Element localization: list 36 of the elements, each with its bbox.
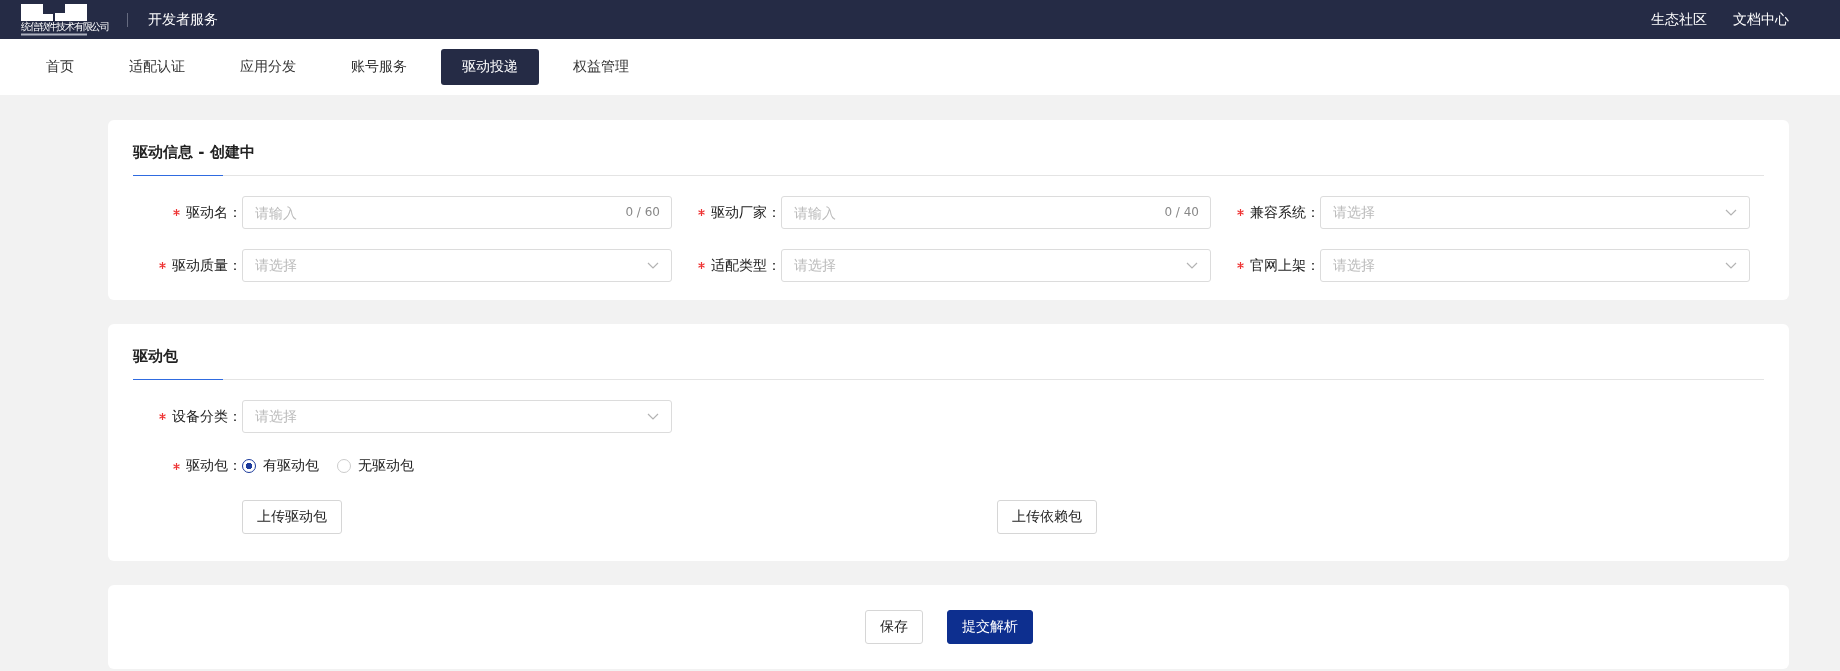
chevron-down-icon [1186, 262, 1198, 269]
header-link[interactable]: 生态社区 [1651, 10, 1707, 29]
section-title: 驱动包 [133, 346, 179, 367]
save-button[interactable]: 保存 [864, 610, 923, 644]
upload-button[interactable]: 上传驱动包 [242, 500, 342, 534]
field-label: 官网上架： [1250, 256, 1320, 275]
nav-tab[interactable]: 首页 [25, 49, 95, 85]
nav-tab[interactable]: 驱动投递 [441, 49, 539, 85]
field-label: 驱动包： [186, 457, 242, 475]
chevron-down-icon [1725, 209, 1737, 216]
upload-button[interactable]: 上传依赖包 [997, 500, 1097, 534]
logo-tagline-drawing [21, 32, 87, 36]
nav-tab[interactable]: 适配认证 [108, 49, 206, 85]
logo-text: 统信软件技术有限公司 [21, 20, 109, 32]
chevron-down-icon [1725, 262, 1737, 269]
char-counter: 0 / 60 [625, 205, 660, 219]
field-label: 驱动名： [186, 203, 242, 222]
site-title: 开发者服务 [148, 10, 218, 29]
radio-option[interactable]: 有驱动包 [242, 457, 319, 475]
nav-tab[interactable]: 账号服务 [330, 49, 428, 85]
char-counter: 0 / 40 [1164, 205, 1199, 219]
header-link[interactable]: 文档中心 [1733, 10, 1789, 29]
field-label: 驱动质量： [172, 256, 242, 275]
chevron-down-icon [647, 413, 659, 420]
company-logo[interactable]: 统信软件技术有限公司 [21, 3, 109, 36]
submit-button[interactable]: 提交解析 [946, 610, 1033, 644]
nav-tab[interactable]: 应用分发 [219, 49, 317, 85]
chevron-down-icon [647, 262, 659, 269]
field-label: 适配类型： [711, 256, 781, 275]
radio-option[interactable]: 无驱动包 [337, 457, 414, 475]
nav-tab[interactable]: 权益管理 [552, 49, 650, 85]
field-label: 兼容系统： [1250, 203, 1320, 222]
section-title: 驱动信息 - 创建中 [133, 142, 256, 163]
field-label: 设备分类： [172, 407, 242, 426]
logo-blocks-icon [21, 3, 87, 21]
field-label: 驱动厂家： [711, 203, 781, 222]
